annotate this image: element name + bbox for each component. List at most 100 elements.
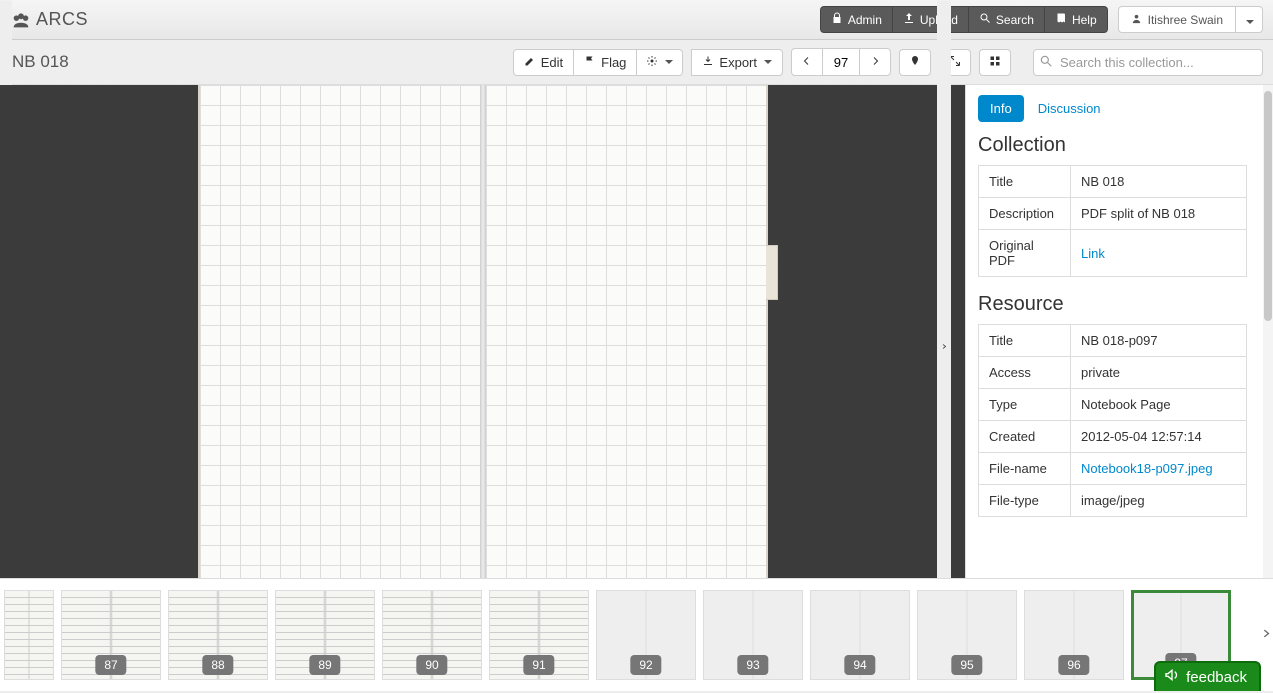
table-row: Type Notebook Page	[979, 389, 1247, 421]
thumbnail[interactable]: 92	[596, 590, 696, 680]
lock-icon	[831, 12, 843, 27]
logo[interactable]: ARCS	[10, 9, 88, 31]
header-nav: Admin Upload Search Help	[820, 6, 1108, 33]
app-name: ARCS	[36, 9, 88, 30]
prop-label: Type	[979, 389, 1071, 421]
user-menu: Itishree Swain	[1118, 6, 1263, 33]
toolbar: NB 018 Edit Flag Export	[0, 40, 1273, 85]
thumbnail[interactable]: 93	[703, 590, 803, 680]
thumb-page-label: 93	[737, 655, 768, 675]
marker-button[interactable]	[899, 49, 931, 76]
thumbnail[interactable]	[4, 590, 54, 680]
caret-down-icon	[1246, 20, 1254, 24]
tab-discussion[interactable]: Discussion	[1026, 95, 1113, 122]
table-row: Title NB 018-p097	[979, 325, 1247, 357]
thumbnail[interactable]: 91	[489, 590, 589, 680]
grid-button[interactable]	[979, 49, 1011, 76]
thumbnail-strip: 87 88 89 90 91 92 93 94 95 96 97	[0, 578, 1273, 691]
prev-page-button[interactable]	[791, 48, 823, 76]
collection-table: Title NB 018 Description PDF split of NB…	[978, 165, 1247, 277]
caret-down-icon	[665, 60, 673, 64]
upload-icon	[903, 12, 915, 27]
thumb-page-label: 89	[309, 655, 340, 675]
thumbnail[interactable]: 88	[168, 590, 268, 680]
table-row: Title NB 018	[979, 166, 1247, 198]
thumbnail[interactable]: 90	[382, 590, 482, 680]
info-sidebar: Info Discussion Collection Title NB 018 …	[965, 85, 1273, 578]
arrow-right-icon	[869, 55, 881, 70]
admin-button[interactable]: Admin	[820, 6, 893, 33]
prop-value: image/jpeg	[1071, 485, 1247, 517]
prop-label: Title	[979, 325, 1071, 357]
tab-info[interactable]: Info	[978, 95, 1024, 122]
pager-group	[791, 48, 891, 76]
export-button[interactable]: Export	[691, 49, 783, 76]
user-button[interactable]: Itishree Swain	[1118, 6, 1236, 33]
logo-icon	[10, 9, 32, 31]
feedback-tab[interactable]: feedback	[1154, 661, 1261, 691]
settings-dropdown-button[interactable]	[637, 49, 683, 76]
feedback-label: feedback	[1186, 669, 1247, 686]
prop-label: Title	[979, 166, 1071, 198]
download-icon	[702, 55, 714, 70]
thumb-page-label: 88	[202, 655, 233, 675]
next-page-button[interactable]	[859, 48, 891, 76]
edit-label: Edit	[541, 55, 563, 70]
thumb-page-label: 96	[1058, 655, 1089, 675]
thumbstrip-next-button[interactable]	[1261, 627, 1271, 644]
prop-label: File-name	[979, 453, 1071, 485]
resource-heading: Resource	[978, 293, 1247, 316]
app-header: ARCS Admin Upload Search Help Itishree S…	[0, 0, 1273, 40]
upload-button[interactable]: Upload	[893, 6, 969, 33]
arrow-left-icon	[801, 55, 813, 70]
gear-icon	[646, 55, 658, 70]
pencil-icon	[524, 55, 536, 70]
resource-section: Resource Title NB 018-p097 Access privat…	[966, 287, 1259, 527]
search-button[interactable]: Search	[969, 6, 1045, 33]
edit-button[interactable]: Edit	[513, 49, 574, 76]
collection-section: Collection Title NB 018 Description PDF …	[966, 128, 1259, 287]
search-label: Search	[996, 13, 1034, 27]
user-icon	[1131, 13, 1142, 27]
table-row: File-name Notebook18-p097.jpeg	[979, 453, 1247, 485]
resource-table: Title NB 018-p097 Access private Type No…	[978, 324, 1247, 517]
notebook-right-page	[486, 85, 766, 578]
thumb-page-label: 92	[630, 655, 661, 675]
thumbnail[interactable]: 95	[917, 590, 1017, 680]
user-dropdown-button[interactable]	[1236, 6, 1263, 33]
prop-label: Access	[979, 357, 1071, 389]
prop-label: File-type	[979, 485, 1071, 517]
file-name-link[interactable]: Notebook18-p097.jpeg	[1071, 453, 1247, 485]
prop-value: NB 018	[1071, 166, 1247, 198]
flag-button[interactable]: Flag	[574, 49, 637, 76]
prop-label: Created	[979, 421, 1071, 453]
help-button[interactable]: Help	[1045, 6, 1108, 33]
collection-search-input[interactable]	[1033, 49, 1263, 76]
marker-icon	[909, 55, 921, 70]
main: Info Discussion Collection Title NB 018 …	[0, 85, 1273, 578]
table-row: File-type image/jpeg	[979, 485, 1247, 517]
thumb-page-label: 94	[844, 655, 875, 675]
thumb-page-label: 91	[523, 655, 554, 675]
page-number-input[interactable]	[823, 48, 859, 76]
admin-label: Admin	[848, 13, 882, 27]
notebook-left-page	[200, 85, 480, 578]
thumb-page-label: 87	[95, 655, 126, 675]
original-pdf-link[interactable]: Link	[1071, 230, 1247, 277]
thumbnail[interactable]: 96	[1024, 590, 1124, 680]
notebook-tab	[766, 245, 778, 300]
image-viewer[interactable]	[0, 85, 965, 578]
thumbnail[interactable]: 87	[61, 590, 161, 680]
table-row: Access private	[979, 357, 1247, 389]
help-label: Help	[1072, 13, 1097, 27]
thumbnail[interactable]: 94	[810, 590, 910, 680]
notebook-spread	[198, 85, 768, 578]
export-group: Export	[691, 49, 783, 76]
prop-value: NB 018-p097	[1071, 325, 1247, 357]
edit-group: Edit Flag	[513, 49, 684, 76]
thumbnail[interactable]: 89	[275, 590, 375, 680]
sidebar-scrollbar[interactable]	[1263, 85, 1273, 578]
user-name: Itishree Swain	[1148, 13, 1223, 27]
table-row: Created 2012-05-04 12:57:14	[979, 421, 1247, 453]
sidebar-scrollbar-thumb[interactable]	[1264, 91, 1272, 321]
